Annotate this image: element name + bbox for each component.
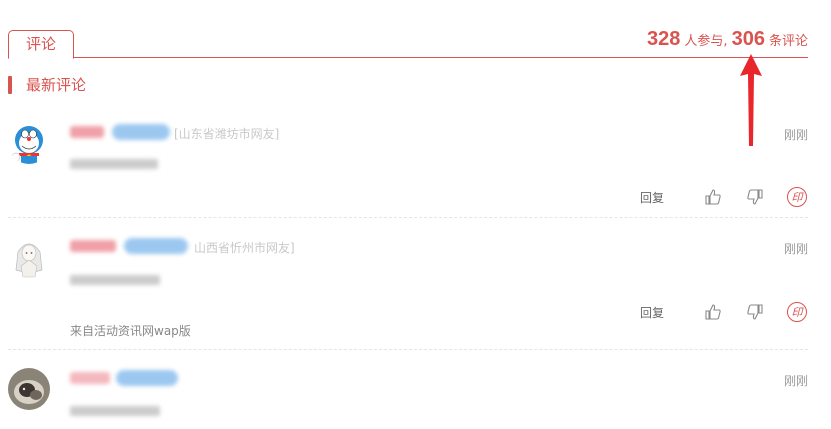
user-avatar[interactable] [8, 122, 50, 164]
section-title: 最新评论 [8, 75, 86, 95]
thumbs-up-icon[interactable] [702, 186, 724, 208]
comment-time: 刚刚 [783, 242, 808, 256]
thumbs-up-icon[interactable] [702, 301, 724, 323]
reply-button[interactable]: 回复 [640, 304, 664, 321]
comment-text-blurred [70, 275, 160, 285]
print-seal-button[interactable]: 印 [786, 301, 808, 323]
doraemon-avatar-icon [8, 122, 50, 164]
username-blurred[interactable] [70, 372, 110, 384]
participant-label: 人参与, [684, 34, 728, 49]
username-blurred[interactable] [70, 240, 116, 252]
thumbs-down-icon[interactable] [744, 301, 766, 323]
comment-time: 刚刚 [783, 374, 808, 388]
username-blurred[interactable] [70, 126, 104, 138]
cat-photo-avatar-icon [8, 368, 50, 410]
anime-girl-avatar-icon [8, 236, 50, 278]
reply-button[interactable]: 回复 [640, 189, 664, 206]
comment-source: 来自活动资讯网wap版 [70, 324, 191, 338]
user-level-badge [124, 238, 188, 254]
comment-actions: 回复 印 [640, 301, 808, 323]
participant-count: 328 [646, 28, 681, 50]
comment-count-label: 条评论 [768, 34, 808, 49]
comment-actions: 回复 印 [640, 186, 808, 208]
comment-time: 刚刚 [783, 128, 808, 142]
user-level-badge [112, 124, 170, 140]
comment-item: [山东省潍坊市网友] 刚刚 回复 印 [8, 122, 808, 218]
comment-text-blurred [70, 406, 160, 416]
comment-tab-bar: 评论 328 人参与, 306 条评论 [8, 28, 808, 59]
user-location: 山西省忻州市网友] [194, 241, 295, 255]
user-location: [山东省潍坊市网友] [174, 127, 280, 141]
print-seal-button[interactable]: 印 [786, 186, 808, 208]
user-level-badge [116, 370, 178, 386]
thumbs-down-icon[interactable] [744, 186, 766, 208]
print-seal-icon: 印 [787, 187, 807, 207]
comment-item: 山西省忻州市网友] 刚刚 回复 印 来自活动资讯网wap版 [8, 236, 808, 350]
comment-count: 306 [731, 28, 765, 50]
comment-text-blurred [70, 159, 158, 169]
user-avatar[interactable] [8, 236, 50, 278]
user-avatar[interactable] [8, 368, 50, 410]
comment-item: 刚刚 [8, 368, 808, 429]
print-seal-icon: 印 [787, 302, 807, 322]
tab-comments[interactable]: 评论 [8, 30, 74, 59]
comment-stats: 328 人参与, 306 条评论 [647, 28, 808, 51]
